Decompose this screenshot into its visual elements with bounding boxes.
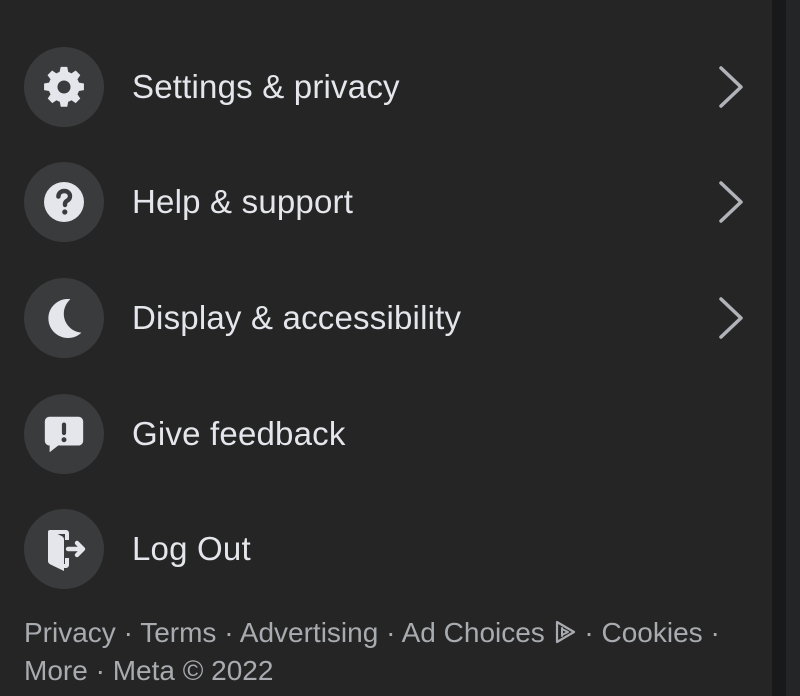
- give-feedback-label: Give feedback: [132, 415, 346, 452]
- logout-icon-circle: [24, 509, 104, 589]
- separator: ·: [710, 617, 720, 648]
- settings-privacy-label: Settings & privacy: [132, 68, 400, 105]
- privacy-link[interactable]: Privacy: [24, 617, 116, 648]
- terms-link[interactable]: Terms: [140, 617, 216, 648]
- chevron-right-icon: [719, 297, 743, 339]
- copyright-text: Meta © 2022: [112, 655, 274, 686]
- more-link[interactable]: More: [24, 655, 88, 686]
- chevron-right-icon: [719, 66, 743, 108]
- gear-icon: [44, 66, 84, 107]
- chevron-right-icon: [719, 181, 743, 223]
- gear-icon-circle: [24, 47, 104, 127]
- log-out-item[interactable]: Log Out: [0, 499, 786, 599]
- feedback-icon-circle: [24, 394, 104, 474]
- separator: ·: [224, 617, 234, 648]
- help-support-label: Help & support: [132, 183, 354, 220]
- ad-choices-link[interactable]: Ad Choices: [402, 617, 577, 648]
- display-accessibility-item[interactable]: Display & accessibility: [0, 268, 786, 368]
- separator: ·: [584, 617, 594, 648]
- advertising-link[interactable]: Advertising: [240, 617, 379, 648]
- feedback-icon: [44, 416, 84, 453]
- menu-panel: Settings & privacy Help & support Displa…: [0, 0, 786, 696]
- cookies-link[interactable]: Cookies: [601, 617, 702, 648]
- help-support-item[interactable]: Help & support: [0, 152, 786, 252]
- settings-privacy-item[interactable]: Settings & privacy: [0, 37, 786, 137]
- moon-icon-circle: [24, 278, 104, 358]
- footer-links: Privacy · Terms · Advertising · Ad Choic…: [24, 614, 764, 690]
- separator: ·: [95, 655, 105, 686]
- display-accessibility-label: Display & accessibility: [132, 299, 462, 336]
- question-icon: [44, 182, 84, 222]
- panel-edge: [772, 0, 786, 696]
- question-icon-circle: [24, 162, 104, 242]
- separator: ·: [386, 617, 396, 648]
- logout-icon: [48, 530, 86, 571]
- moon-icon: [48, 299, 82, 338]
- ad-choices-icon: [555, 620, 575, 644]
- log-out-label: Log Out: [132, 530, 251, 567]
- separator: ·: [123, 617, 133, 648]
- give-feedback-item[interactable]: Give feedback: [0, 384, 786, 484]
- ad-choices-label: Ad Choices: [401, 617, 545, 648]
